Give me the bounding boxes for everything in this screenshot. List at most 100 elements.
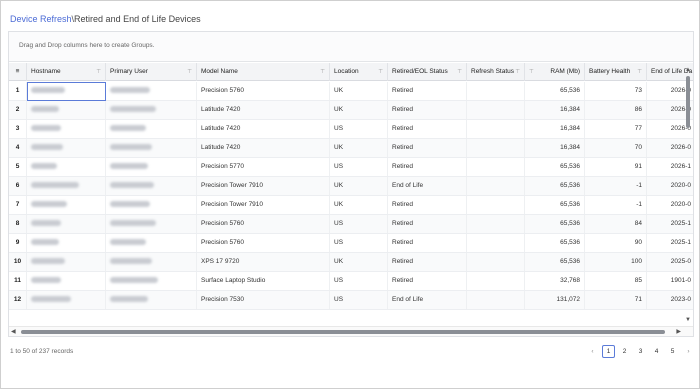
table-row[interactable]: 7 Precision Tower 7910 UK Retired 65,536 -1 20… <box>9 196 693 215</box>
location-cell[interactable]: US <box>330 291 388 309</box>
ram-cell[interactable]: 32,768 <box>525 272 585 290</box>
vertical-scrollbar-thumb[interactable] <box>686 76 690 128</box>
location-cell[interactable]: UK <box>330 101 388 119</box>
column-header-hostname[interactable]: Hostname ⊤ <box>27 63 106 81</box>
status-cell[interactable]: End of Life <box>388 291 467 309</box>
column-header-retired-eol-status[interactable]: Retired/EOL Status ⊤ <box>388 63 467 81</box>
end-of-life-date-cell[interactable]: 2025-1 <box>647 215 693 233</box>
end-of-life-date-cell[interactable]: 2023-0 <box>647 291 693 309</box>
next-page-button[interactable]: › <box>682 345 695 358</box>
end-of-life-date-cell[interactable]: 2020-0 <box>647 177 693 195</box>
battery-health-cell[interactable]: 85 <box>585 272 647 290</box>
table-row[interactable]: 10 XPS 17 9720 UK Retired 65,536 100 2025-0 <box>9 253 693 272</box>
location-cell[interactable]: UK <box>330 139 388 157</box>
table-row[interactable]: 3 Latitude 7420 US Retired 16,384 77 2026-0 <box>9 120 693 139</box>
ram-cell[interactable]: 65,536 <box>525 177 585 195</box>
primary-user-cell[interactable] <box>106 272 197 290</box>
location-cell[interactable]: US <box>330 215 388 233</box>
table-row[interactable]: 5 Precision 5770 US Retired 65,536 91 2026-1 <box>9 158 693 177</box>
end-of-life-date-cell[interactable]: 2026-0 <box>647 139 693 157</box>
page-button-5[interactable]: 5 <box>666 345 679 358</box>
table-row[interactable]: 2 Latitude 7420 UK Retired 16,384 86 2026-0 <box>9 101 693 120</box>
status-cell[interactable]: Retired <box>388 158 467 176</box>
status-cell[interactable]: Retired <box>388 272 467 290</box>
battery-health-cell[interactable]: 73 <box>585 82 647 100</box>
model-name-cell[interactable]: Latitude 7420 <box>197 120 330 138</box>
model-name-cell[interactable]: Surface Laptop Studio <box>197 272 330 290</box>
primary-user-cell[interactable] <box>106 120 197 138</box>
model-name-cell[interactable]: XPS 17 9720 <box>197 253 330 271</box>
ram-cell[interactable]: 65,536 <box>525 234 585 252</box>
hostname-cell[interactable] <box>27 139 106 157</box>
filter-icon[interactable]: ⊤ <box>187 63 192 81</box>
hostname-cell[interactable] <box>27 177 106 195</box>
battery-health-cell[interactable]: 86 <box>585 101 647 119</box>
refresh-status-cell[interactable] <box>467 272 525 290</box>
refresh-status-cell[interactable] <box>467 101 525 119</box>
ram-cell[interactable]: 16,384 <box>525 120 585 138</box>
page-button-1[interactable]: 1 <box>602 345 615 358</box>
scroll-up-icon[interactable]: ▲ <box>685 67 691 73</box>
primary-user-cell[interactable] <box>106 234 197 252</box>
scroll-down-icon[interactable]: ▼ <box>685 317 691 323</box>
model-name-cell[interactable]: Precision Tower 7910 <box>197 177 330 195</box>
column-header-model-name[interactable]: Model Name ⊤ <box>197 63 330 81</box>
status-cell[interactable]: End of Life <box>388 177 467 195</box>
ram-cell[interactable]: 65,536 <box>525 215 585 233</box>
status-cell[interactable]: Retired <box>388 82 467 100</box>
model-name-cell[interactable]: Precision 5760 <box>197 82 330 100</box>
end-of-life-date-cell[interactable]: 2020-0 <box>647 196 693 214</box>
location-cell[interactable]: UK <box>330 82 388 100</box>
refresh-status-cell[interactable] <box>467 177 525 195</box>
primary-user-cell[interactable] <box>106 101 197 119</box>
column-header-battery-health[interactable]: Battery Health ⊤ <box>585 63 647 81</box>
column-menu-icon[interactable]: ≡ <box>9 63 27 81</box>
primary-user-cell[interactable] <box>106 253 197 271</box>
primary-user-cell[interactable] <box>106 158 197 176</box>
battery-health-cell[interactable]: 84 <box>585 215 647 233</box>
refresh-status-cell[interactable] <box>467 120 525 138</box>
filter-icon[interactable]: ⊤ <box>457 63 462 81</box>
horizontal-scrollbar[interactable]: ◀ ▶ <box>9 326 693 336</box>
battery-health-cell[interactable]: -1 <box>585 177 647 195</box>
refresh-status-cell[interactable] <box>467 158 525 176</box>
model-name-cell[interactable]: Precision 5760 <box>197 215 330 233</box>
location-cell[interactable]: UK <box>330 177 388 195</box>
hostname-cell[interactable] <box>27 272 106 290</box>
refresh-status-cell[interactable] <box>467 196 525 214</box>
primary-user-cell[interactable] <box>106 177 197 195</box>
end-of-life-date-cell[interactable]: 2026-1 <box>647 158 693 176</box>
refresh-status-cell[interactable] <box>467 253 525 271</box>
hostname-cell[interactable] <box>27 82 106 100</box>
filter-icon[interactable]: ⊤ <box>378 63 383 81</box>
location-cell[interactable]: US <box>330 158 388 176</box>
battery-health-cell[interactable]: -1 <box>585 196 647 214</box>
group-drop-zone[interactable]: Drag and Drop columns here to create Gro… <box>9 32 693 62</box>
column-header-ram[interactable]: ⊤ RAM (Mb) <box>525 63 585 81</box>
column-header-location[interactable]: Location ⊤ <box>330 63 388 81</box>
filter-icon[interactable]: ⊤ <box>529 63 534 81</box>
status-cell[interactable]: Retired <box>388 139 467 157</box>
battery-health-cell[interactable]: 70 <box>585 139 647 157</box>
model-name-cell[interactable]: Precision 5760 <box>197 234 330 252</box>
table-row[interactable]: 4 Latitude 7420 UK Retired 16,384 70 2026-0 <box>9 139 693 158</box>
primary-user-cell[interactable] <box>106 291 197 309</box>
location-cell[interactable]: US <box>330 120 388 138</box>
filter-icon[interactable]: ⊤ <box>96 63 101 81</box>
model-name-cell[interactable]: Latitude 7420 <box>197 139 330 157</box>
location-cell[interactable]: UK <box>330 253 388 271</box>
model-name-cell[interactable]: Precision 5770 <box>197 158 330 176</box>
refresh-status-cell[interactable] <box>467 139 525 157</box>
hostname-cell[interactable] <box>27 120 106 138</box>
page-button-2[interactable]: 2 <box>618 345 631 358</box>
hostname-cell[interactable] <box>27 253 106 271</box>
prev-page-button[interactable]: ‹ <box>586 345 599 358</box>
filter-icon[interactable]: ⊤ <box>320 63 325 81</box>
location-cell[interactable]: US <box>330 234 388 252</box>
hostname-cell[interactable] <box>27 196 106 214</box>
battery-health-cell[interactable]: 100 <box>585 253 647 271</box>
refresh-status-cell[interactable] <box>467 82 525 100</box>
page-button-4[interactable]: 4 <box>650 345 663 358</box>
ram-cell[interactable]: 65,536 <box>525 196 585 214</box>
end-of-life-date-cell[interactable]: 2025-0 <box>647 253 693 271</box>
